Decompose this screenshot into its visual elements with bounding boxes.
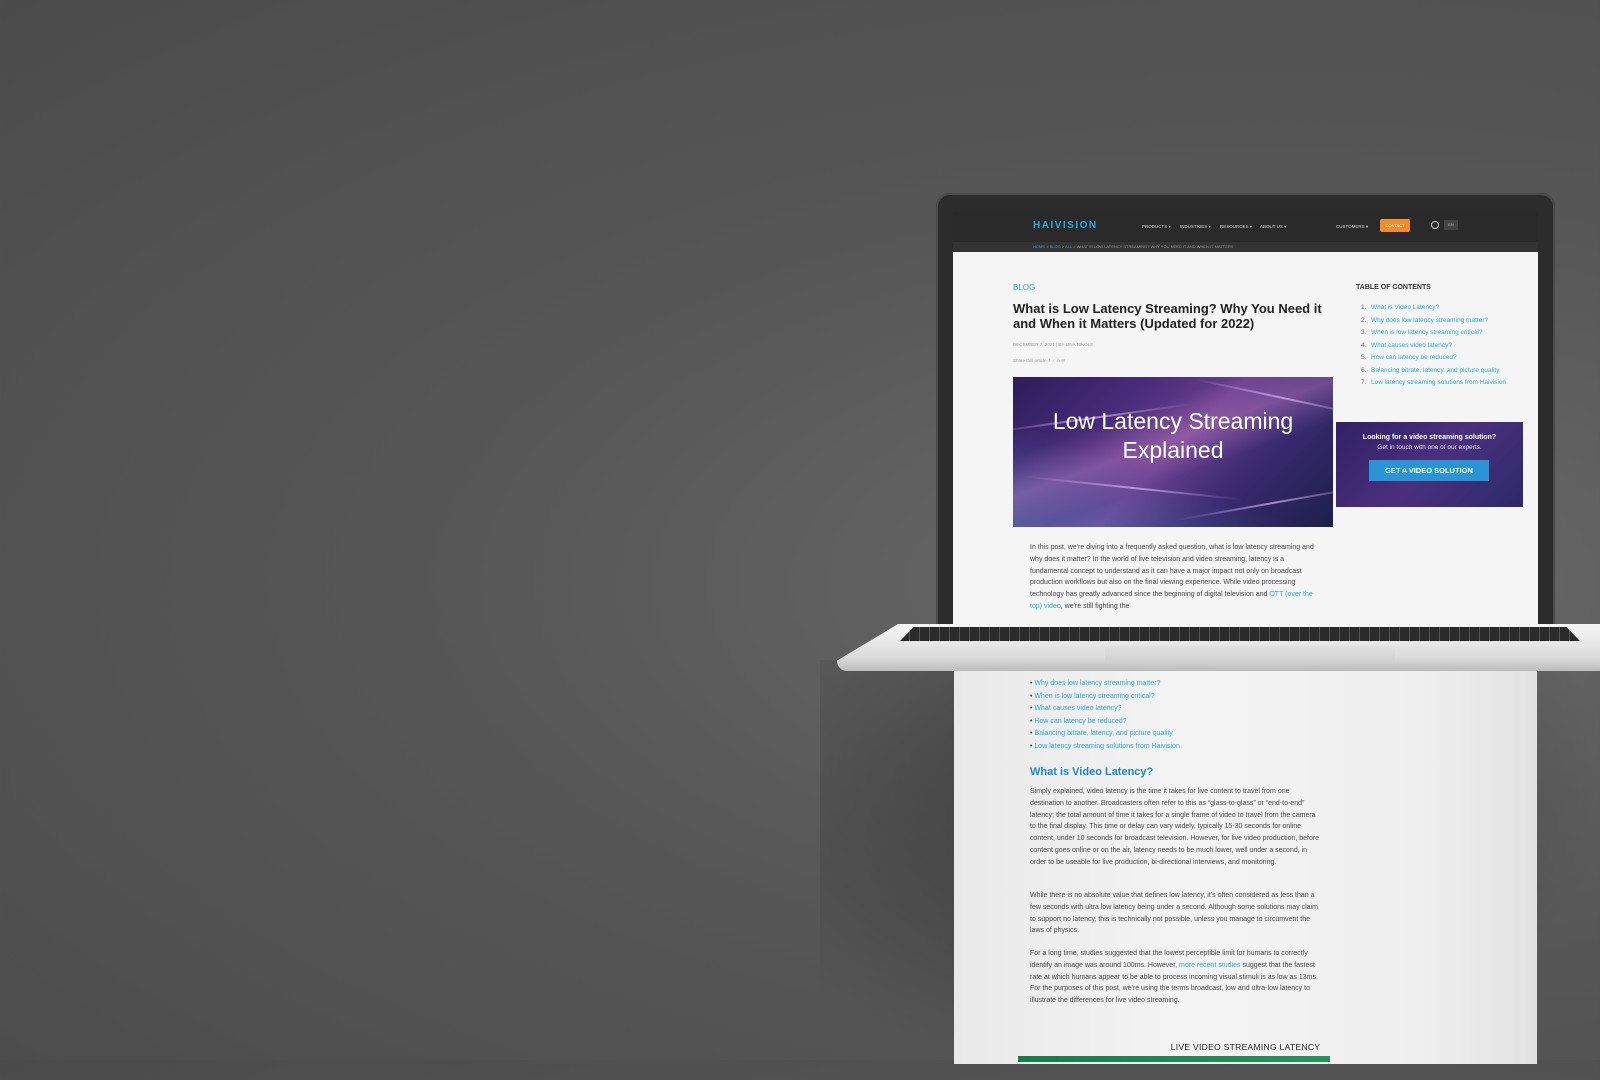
paragraph-3: For a long time, studies suggested that …	[1030, 948, 1320, 1007]
toc-item[interactable]: 3. When is low latency streaming critical…	[1356, 329, 1516, 338]
share-icons[interactable]: Share this article: f ✓ in ✉	[1013, 358, 1065, 364]
section-heading: What is Video Latency?	[1030, 766, 1154, 778]
intro-text-end: , we're still fighting the	[1060, 602, 1130, 610]
toc-link[interactable]: When is low latency streaming critical?	[1371, 329, 1483, 336]
breadcrumb: HOME > BLOG > ALL > WHAT IS LOW LATENCY …	[953, 242, 1538, 252]
toc-number: 6.	[1361, 366, 1367, 374]
article-title: What is Low Latency Streaming? Why You N…	[1013, 301, 1322, 331]
toc-link[interactable]: Why does low latency streaming matter?	[1371, 317, 1488, 324]
toc-inline-link[interactable]: When is low latency streaming critical?	[1030, 691, 1180, 704]
breadcrumb-current: WHAT IS LOW LATENCY STREAMING? WHY YOU N…	[1076, 244, 1234, 249]
table-of-contents: 1. What is Video Latency? 2. Why does low …	[1356, 304, 1516, 392]
toc-item[interactable]: 2. Why does low latency streaming matter?	[1356, 317, 1516, 326]
haivision-logo[interactable]: HAIVISION	[1033, 220, 1098, 231]
toc-number: 1.	[1361, 304, 1367, 311]
paragraph-2: While there is no absolute value that de…	[1030, 892, 1318, 935]
nav-products[interactable]: PRODUCTS ▾	[1142, 224, 1171, 230]
nav-industries[interactable]: INDUSTRIES ▾	[1180, 224, 1211, 230]
chart-title: LIVE VIDEO STREAMING LATENCY	[1170, 1042, 1321, 1052]
toc-number: 5.	[1361, 354, 1367, 361]
page-continuation: Why does low latency streaming matter? W…	[954, 664, 1537, 1064]
language-selector[interactable]: EN	[1444, 220, 1458, 230]
toc-number: 2.	[1361, 316, 1367, 324]
blog-tag[interactable]: BLOG	[1013, 283, 1035, 292]
hero-image: Low Latency Streaming Explained	[1013, 377, 1333, 527]
laptop-keyboard	[900, 627, 1580, 641]
light-streak	[1174, 484, 1333, 522]
laptop-trackpad	[1105, 646, 1395, 664]
intro-paragraph: In this post, we're diving into a freque…	[1030, 542, 1320, 613]
toc-inline-link[interactable]: Low latency streaming solutions from Hai…	[1030, 741, 1180, 754]
cta-button-label: GET A	[1385, 466, 1409, 475]
nav-resources[interactable]: RESOURCES ▾	[1220, 224, 1252, 230]
cta-heading: Looking for a video streaming solution?	[1362, 434, 1497, 441]
search-icon[interactable]	[1431, 221, 1439, 229]
toc-inline-link[interactable]: How can latency be reduced?	[1030, 716, 1180, 729]
toc-inline-link[interactable]: What causes video latency?	[1030, 703, 1180, 716]
cta-box: Looking for a video streaming solution? …	[1336, 422, 1523, 507]
toc-inline-link[interactable]: Why does low latency streaming matter?	[1030, 678, 1180, 691]
toc-item[interactable]: 7. Low latency streaming solutions from H…	[1356, 379, 1516, 388]
toc-link[interactable]: How can latency be reduced?	[1371, 354, 1457, 361]
paragraph-1: Simply explained, video latency is the t…	[1030, 788, 1320, 866]
toc-item[interactable]: 6. Balancing bitrate, latency, and pictur…	[1356, 367, 1516, 376]
cta-button-label-bold: VIDEO SOLUTION	[1408, 466, 1473, 475]
toc-item[interactable]: 4. What causes video latency?	[1356, 342, 1516, 351]
hero-text: Low Latency Streaming Explained	[1052, 408, 1294, 463]
toc-link[interactable]: Low latency streaming solutions from Hai…	[1371, 379, 1506, 386]
toc-link[interactable]: What causes video latency?	[1371, 342, 1452, 349]
nav-customers[interactable]: CUSTOMERS ▾	[1336, 224, 1368, 230]
toc-inline-list: Why does low latency streaming matter? W…	[1030, 678, 1180, 753]
breadcrumb-trail: HOME > BLOG > ALL > WHAT IS LOW LATENCY …	[1033, 244, 1234, 249]
article-meta: DECEMBER 7, 2021 | BY LINA NIKOLS	[1013, 342, 1094, 347]
toc-link[interactable]: Balancing bitrate, latency, and picture …	[1371, 367, 1500, 374]
breadcrumb-all[interactable]: ALL	[1065, 244, 1072, 249]
studies-link[interactable]: more recent studies	[1179, 962, 1240, 969]
toc-inline-link[interactable]: Balancing bitrate, latency, and picture …	[1030, 728, 1180, 741]
chart-bar	[1018, 1056, 1330, 1062]
nav-about[interactable]: ABOUT US ▾	[1260, 224, 1286, 230]
toc-heading: TABLE OF CONTENTS	[1356, 284, 1431, 291]
browser-screen: HAIVISION PRODUCTS ▾ INDUSTRIES ▾ RESOUR…	[953, 212, 1538, 624]
toc-item[interactable]: 1. What is Video Latency?	[1356, 304, 1516, 313]
toc-item[interactable]: 5. How can latency be reduced?	[1356, 354, 1516, 363]
breadcrumb-home[interactable]: HOME	[1033, 244, 1045, 249]
toc-number: 7.	[1361, 379, 1367, 386]
cta-subtext: Get in touch with one of our experts.	[1377, 444, 1482, 451]
breadcrumb-blog[interactable]: BLOG	[1050, 244, 1061, 249]
get-video-solution-button[interactable]: GET A VIDEO SOLUTION	[1369, 460, 1489, 481]
light-streak	[1023, 475, 1243, 501]
toc-link[interactable]: What is Video Latency?	[1371, 304, 1439, 311]
top-nav: HAIVISION PRODUCTS ▾ INDUSTRIES ▾ RESOUR…	[953, 212, 1538, 242]
toc-number: 3.	[1361, 329, 1367, 336]
contact-button[interactable]: CONTACT	[1380, 219, 1410, 232]
toc-number: 4.	[1361, 341, 1367, 349]
